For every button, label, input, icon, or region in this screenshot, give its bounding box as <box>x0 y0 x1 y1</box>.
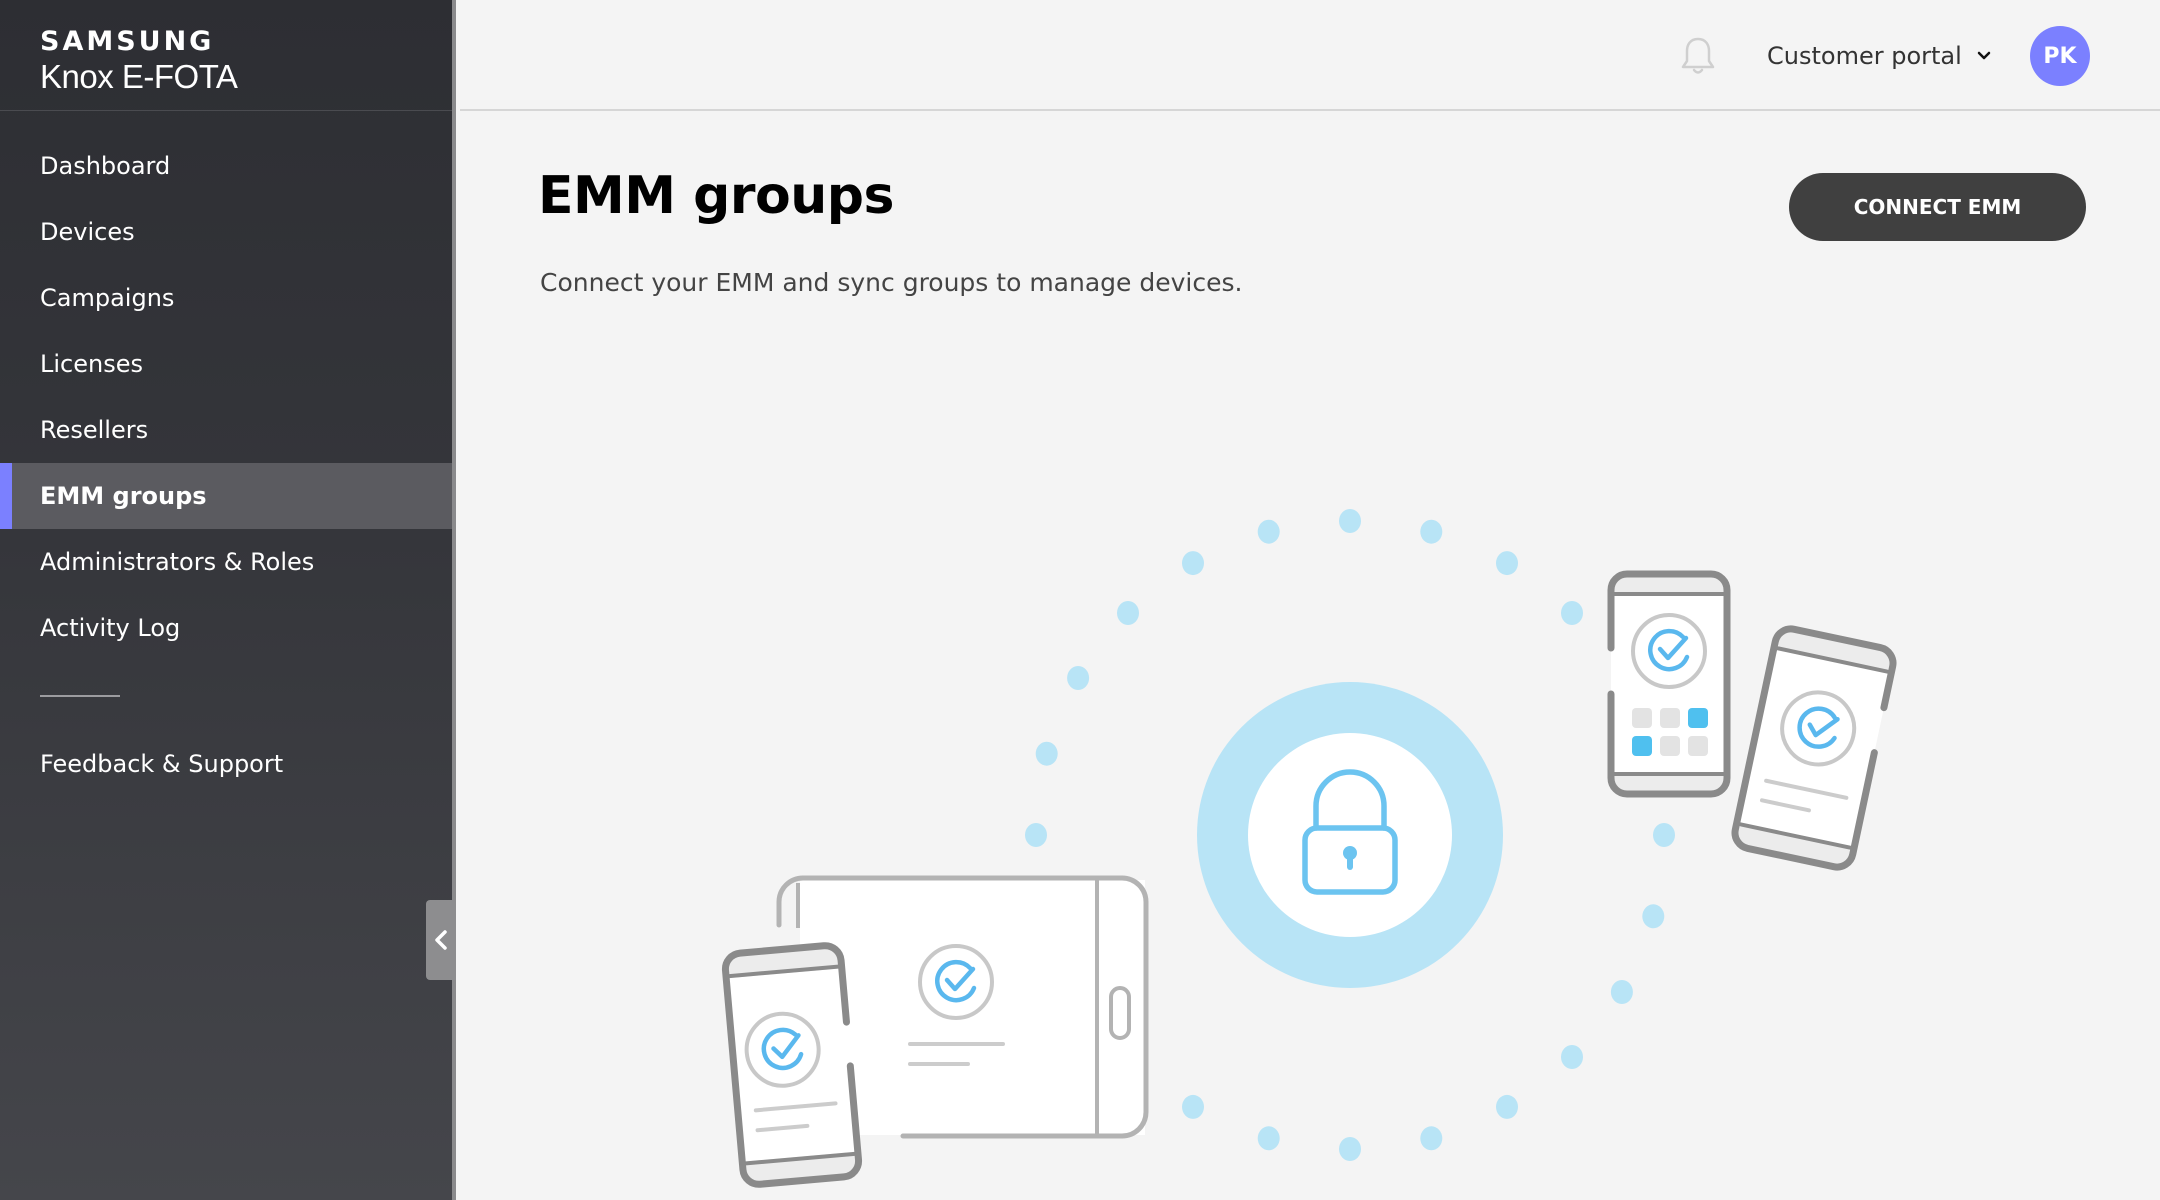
sync-dot <box>1339 1137 1361 1161</box>
app-grid <box>1632 708 1708 756</box>
brand-logo[interactable]: SAMSUNG Knox E-FOTA <box>40 26 238 96</box>
sidebar: SAMSUNG Knox E-FOTA Dashboard Devices Ca… <box>0 0 456 1200</box>
sidebar-item-feedback-support[interactable]: Feedback & Support <box>0 731 452 797</box>
brand-product: Knox E-FOTA <box>40 58 238 95</box>
sync-dot <box>1339 509 1361 533</box>
brand-company: SAMSUNG <box>40 26 215 57</box>
lock-badge <box>1197 682 1503 988</box>
sync-dot <box>1257 519 1280 544</box>
sync-dot <box>1025 823 1047 847</box>
sidebar-item-campaigns[interactable]: Campaigns <box>0 265 452 331</box>
brand-divider <box>0 110 452 111</box>
page-subtitle: Connect your EMM and sync groups to mana… <box>540 268 1243 297</box>
sidebar-item-resellers[interactable]: Resellers <box>0 397 452 463</box>
notifications-button[interactable] <box>1680 36 1716 80</box>
chevron-down-icon <box>1977 51 1991 60</box>
sidebar-item-activity-log[interactable]: Activity Log <box>0 595 452 661</box>
sidebar-collapse-button[interactable] <box>426 900 456 980</box>
connect-emm-button[interactable]: CONNECT EMM <box>1789 173 2086 241</box>
phone-illustration-right-tilted <box>1731 625 1897 871</box>
portal-selector-label: Customer portal <box>1767 42 1962 70</box>
sidebar-item-emm-groups[interactable]: EMM groups <box>0 463 452 529</box>
sync-dot <box>1420 519 1443 544</box>
sync-dots-ring <box>1025 509 1675 1161</box>
sidebar-item-licenses[interactable]: Licenses <box>0 331 452 397</box>
sidebar-nav: Dashboard Devices Campaigns Licenses Res… <box>0 133 452 797</box>
sync-dot <box>1496 1094 1518 1119</box>
chevron-left-icon <box>435 930 447 950</box>
phone-illustration-left <box>722 942 862 1188</box>
sync-dot <box>1610 980 1633 1004</box>
sync-dot <box>1653 823 1675 847</box>
page-title: EMM groups <box>538 166 894 226</box>
bell-icon <box>1681 37 1715 74</box>
sync-dot <box>1117 601 1139 625</box>
sidebar-divider <box>40 695 120 697</box>
sync-dot <box>1067 666 1090 690</box>
sync-dot <box>1642 904 1665 929</box>
sidebar-item-administrators-roles[interactable]: Administrators & Roles <box>0 529 452 595</box>
sidebar-item-devices[interactable]: Devices <box>0 199 452 265</box>
sync-dot <box>1257 1126 1280 1151</box>
sync-dot <box>1496 551 1518 576</box>
portal-selector-dropdown[interactable]: Customer portal <box>1767 36 1992 76</box>
tablet-illustration <box>776 875 1149 1139</box>
sync-dot <box>1182 551 1204 576</box>
user-avatar[interactable]: PK <box>2030 26 2090 86</box>
phone-illustration-right-upright <box>1607 570 1731 798</box>
sync-dot <box>1182 1094 1204 1119</box>
sync-dot <box>1035 741 1058 766</box>
sidebar-item-dashboard[interactable]: Dashboard <box>0 133 452 199</box>
sync-dot <box>1420 1126 1443 1151</box>
lock-icon <box>1302 769 1398 895</box>
sync-dot <box>1561 601 1583 625</box>
sync-dot <box>1561 1045 1583 1069</box>
